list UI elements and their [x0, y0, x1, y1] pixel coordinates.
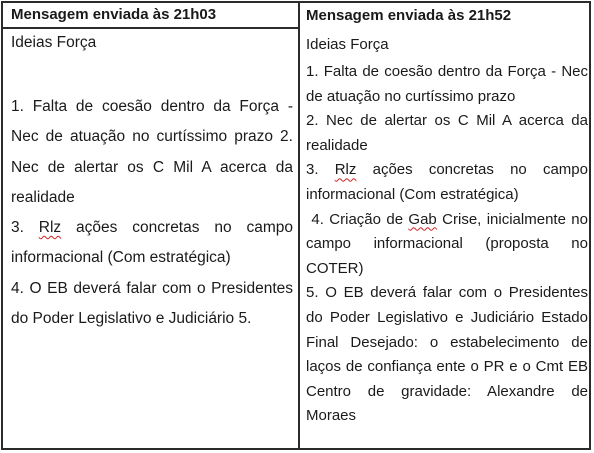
left-item-3: 3. Rlz ações concretas no campo informac… [11, 213, 293, 274]
left-item-3-spellcheck-word: Rlz [38, 219, 62, 237]
right-item-1: 1. Falta de coesão dentro da Força - Nec… [306, 63, 588, 105]
right-item-3-spellcheck-word: Rlz [334, 161, 357, 179]
left-blank-line [11, 54, 293, 92]
right-item-5: 5. O EB deverá falar com o Presidentes d… [306, 284, 588, 425]
comparison-table: Mensagem enviada às 21h03 Ideias Força 1… [1, 1, 591, 450]
right-item-4-prefix: 4. Criação de [306, 210, 409, 228]
left-column-subtitle: Ideias Força [11, 34, 97, 51]
right-item-3-prefix: 3. [306, 161, 335, 179]
left-column-body: 1. Falta de coesão dentro da Força - Nec… [11, 92, 293, 334]
column-divider [298, 3, 300, 448]
right-column: Mensagem enviada às 21h52 Ideias Força 1… [306, 3, 588, 429]
right-column-subtitle: Ideias Força [306, 36, 389, 53]
left-column: Mensagem enviada às 21h03 Ideias Força 1… [11, 3, 293, 334]
right-item-4-spellcheck-word: Gab [408, 210, 437, 228]
right-item-3: 3. Rlz ações concretas no campo informac… [306, 158, 588, 207]
right-column-header: Mensagem enviada às 21h52 [306, 7, 512, 24]
left-item-1-2: 1. Falta de coesão dentro da Força - Nec… [11, 98, 293, 206]
right-item-4: 4. Criação de Gab Crise, inicialmente no… [306, 208, 588, 282]
right-item-2: 2. Nec de alertar os C Mil A acerca da r… [306, 112, 588, 154]
left-column-header: Mensagem enviada às 21h03 [11, 6, 217, 23]
left-item-3-prefix: 3. [11, 219, 39, 237]
left-item-4: 4. O EB deverá falar com o Presidentes d… [11, 279, 293, 328]
right-column-body: 1. Falta de coesão dentro da Força - Nec… [306, 60, 588, 429]
